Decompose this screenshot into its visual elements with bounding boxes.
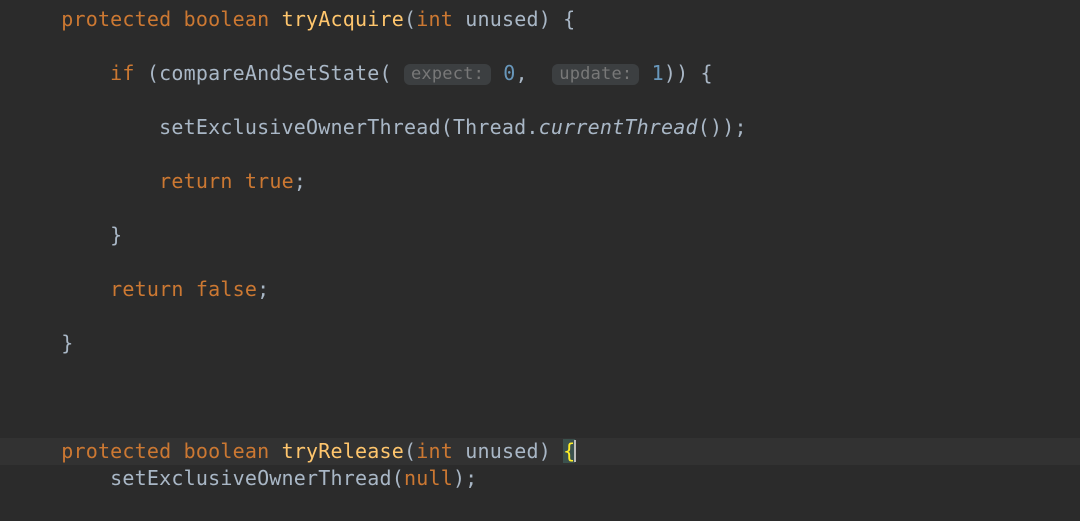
text-caret <box>574 440 576 462</box>
param-hint-update: update: <box>552 64 639 85</box>
current-line: protected boolean tryRelease(int unused)… <box>0 438 1080 465</box>
code-editor[interactable]: protected boolean tryAcquire(int unused)… <box>0 0 1080 521</box>
code-block: protected boolean tryAcquire(int unused)… <box>0 6 1080 521</box>
param-hint-expect: expect: <box>404 64 491 85</box>
